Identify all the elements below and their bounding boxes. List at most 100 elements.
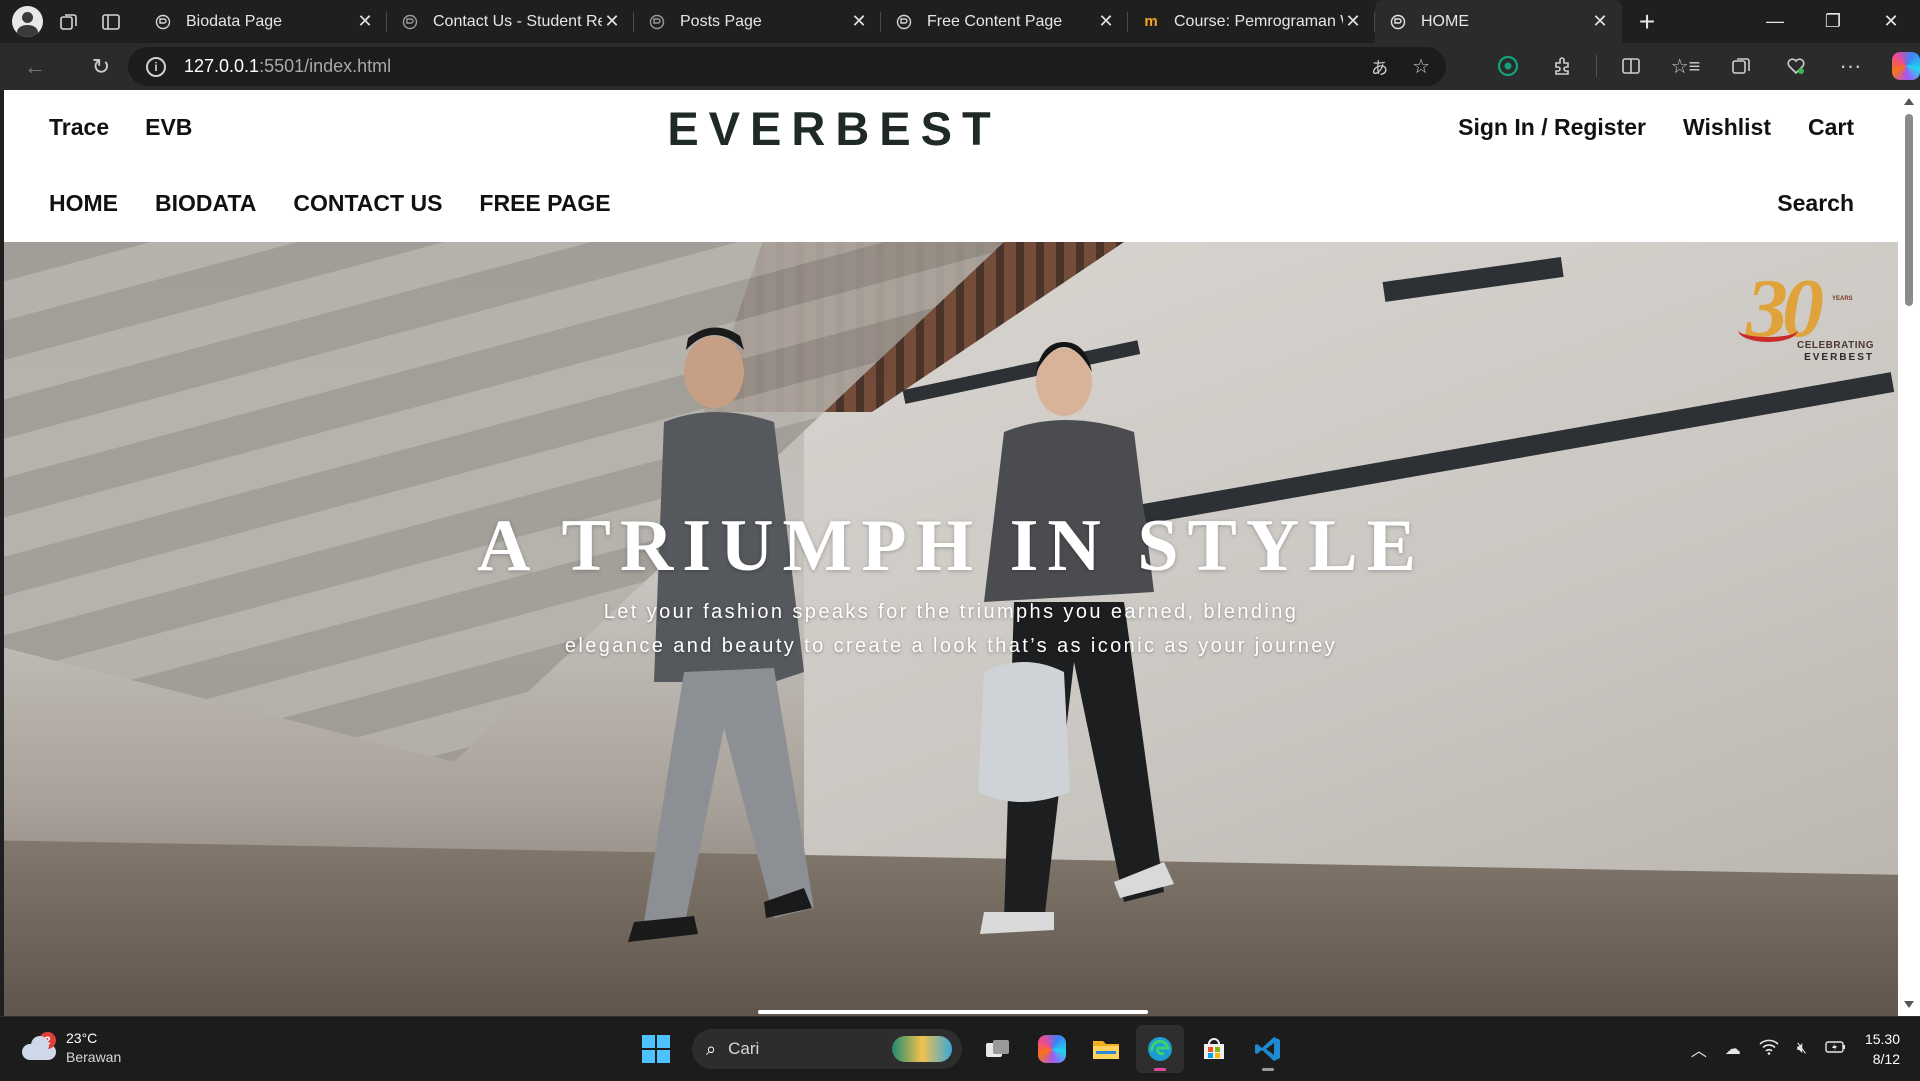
close-tab-icon[interactable]: ✕ (849, 11, 869, 32)
search-link[interactable]: Search (1777, 190, 1854, 217)
tab-title: Free Content Page (927, 12, 1063, 30)
address-bar[interactable]: i 127.0.0.1:5501/index.html あ ☆ (128, 47, 1446, 86)
tab-title: Biodata Page (186, 12, 283, 30)
vertical-tabs-icon[interactable] (90, 0, 132, 43)
badge-brand: EVERBEST (1804, 352, 1874, 363)
browser-essentials-icon[interactable] (1768, 46, 1823, 86)
wishlist-link[interactable]: Wishlist (1683, 114, 1771, 141)
extensions-puzzle-icon[interactable] (1535, 46, 1590, 86)
close-window-icon[interactable]: ✕ (1862, 0, 1920, 43)
url-host: 127.0.0.1 (184, 56, 260, 76)
site-logo[interactable]: EVERBEST (4, 101, 1664, 156)
vscode-button[interactable] (1244, 1025, 1292, 1073)
restore-icon[interactable]: ❐ (1804, 0, 1862, 43)
wifi-icon[interactable] (1759, 1039, 1779, 1060)
file-explorer-button[interactable] (1082, 1025, 1130, 1073)
weather-widget[interactable]: 2 23°C Berawan (22, 1029, 121, 1067)
cart-link[interactable]: Cart (1808, 114, 1854, 141)
tab-course[interactable]: m Course: Pemrograman Web ✕ (1128, 0, 1375, 43)
extensions-bar: ☆≡ ··· (1480, 46, 1920, 86)
copilot-icon (1038, 1035, 1066, 1063)
split-screen-icon[interactable] (1603, 46, 1658, 86)
clock-time: 15.30 (1864, 1031, 1900, 1047)
microsoft-store-button[interactable] (1190, 1025, 1238, 1073)
nav-contact-us[interactable]: CONTACT US (293, 190, 442, 217)
close-tab-icon[interactable]: ✕ (355, 11, 375, 32)
copilot-taskbar-button[interactable] (1028, 1025, 1076, 1073)
folder-icon (1093, 1041, 1119, 1059)
onedrive-cloud-icon[interactable]: ☁ (1725, 1039, 1741, 1059)
profile-avatar-icon (11, 6, 43, 37)
tab-contact-us[interactable]: Contact Us - Student Registration ✕ (387, 0, 634, 43)
battery-charging-icon[interactable] (1825, 1039, 1847, 1060)
sign-in-register-link[interactable]: Sign In / Register (1458, 114, 1646, 141)
taskbar-search[interactable]: ⌕ Cari (692, 1029, 962, 1069)
close-tab-icon[interactable]: ✕ (1343, 11, 1363, 32)
browser-tab-strip: Biodata Page ✕ Contact Us - Student Regi… (0, 0, 1920, 43)
tab-title: Contact Us - Student Registration (433, 12, 602, 30)
back-icon[interactable]: ← (12, 47, 58, 87)
favorites-icon[interactable]: ☆≡ (1658, 46, 1713, 86)
system-tray: ︿ ☁ 🔇︎ 15.30 8/12 (1691, 1017, 1900, 1081)
page-scrollbar[interactable] (1898, 90, 1920, 1016)
tab-posts[interactable]: Posts Page ✕ (634, 0, 881, 43)
weather-temperature: 23°C (66, 1030, 98, 1046)
tab-title: HOME (1421, 12, 1469, 30)
edge-icon (1148, 1037, 1172, 1061)
chatgpt-extension-icon[interactable] (1480, 46, 1535, 86)
taskbar-clock[interactable]: 15.30 8/12 (1865, 1029, 1900, 1069)
copilot-icon (1891, 52, 1920, 80)
nav-free-page[interactable]: FREE PAGE (479, 190, 610, 217)
tab-home[interactable]: HOME ✕ (1375, 0, 1622, 43)
slider-indicator[interactable] (758, 1010, 1148, 1014)
weather-condition: Berawan (66, 1049, 122, 1065)
clock-date: 8/12 (1872, 1051, 1900, 1067)
close-tab-icon[interactable]: ✕ (1590, 11, 1610, 32)
refresh-icon[interactable]: ↻ (78, 47, 124, 87)
close-tab-icon[interactable]: ✕ (1096, 11, 1116, 32)
hero-subtitle-line: elegance and beauty to create a look tha… (564, 635, 1338, 657)
tab-free-content[interactable]: Free Content Page ✕ (881, 0, 1128, 43)
show-hidden-icons-chevron-icon[interactable]: ︿ (1691, 1037, 1707, 1061)
collections-icon[interactable] (1713, 46, 1768, 86)
page-icon (401, 13, 419, 31)
course-site-icon: m (1144, 13, 1158, 30)
task-view-button[interactable] (974, 1025, 1022, 1073)
more-options-icon[interactable]: ··· (1823, 46, 1878, 86)
edge-browser-button[interactable] (1136, 1025, 1184, 1073)
minimize-icon[interactable]: — (1746, 0, 1804, 43)
url-path: :5501/index.html (259, 56, 392, 76)
speaker-muted-icon[interactable]: 🔇︎ (1797, 1040, 1807, 1058)
page-icon (154, 13, 172, 31)
nav-biodata[interactable]: BIODATA (155, 190, 256, 217)
search-icon: ⌕ (706, 1038, 717, 1059)
start-button[interactable] (632, 1025, 680, 1073)
scrollbar-thumb[interactable] (1905, 114, 1913, 306)
tab-list: Biodata Page ✕ Contact Us - Student Regi… (140, 0, 1622, 43)
hero-banner[interactable]: A TRIUMPH IN STYLE Let your fashion spea… (4, 242, 1898, 1016)
badge-swoosh (1738, 318, 1798, 342)
store-icon (1204, 1038, 1224, 1059)
tab-title: Course: Pemrograman Web (1174, 12, 1343, 30)
copilot-button[interactable] (1878, 46, 1920, 86)
scroll-down-arrow-icon[interactable] (1904, 1001, 1914, 1008)
profile-button[interactable] (6, 0, 48, 43)
workspaces-icon[interactable] (48, 0, 90, 43)
window-controls: — ❐ ✕ (1746, 0, 1920, 43)
site-header: Trace EVB EVERBEST Sign In / Register Wi… (4, 90, 1898, 242)
scroll-up-arrow-icon[interactable] (1904, 98, 1914, 105)
task-view-icon (986, 1040, 1009, 1057)
nav-home[interactable]: HOME (49, 190, 118, 217)
taskbar-search-placeholder: Cari (728, 1039, 760, 1058)
site-info-icon[interactable]: i (146, 56, 166, 77)
close-tab-icon[interactable]: ✕ (602, 11, 622, 32)
tab-biodata[interactable]: Biodata Page ✕ (140, 0, 387, 43)
hero-subtitle-line: Let your fashion speaks for the triumphs… (603, 601, 1299, 623)
favorite-star-icon[interactable]: ☆ (1412, 54, 1430, 79)
utility-links-right: Sign In / Register Wishlist Cart (1458, 114, 1854, 141)
page-icon (1389, 13, 1407, 31)
new-tab-button[interactable]: + (1622, 0, 1672, 43)
cloud-icon: 2 (22, 1032, 56, 1060)
main-nav: HOME BIODATA CONTACT US FREE PAGE (49, 190, 611, 217)
read-aloud-icon[interactable]: あ (1371, 54, 1388, 79)
